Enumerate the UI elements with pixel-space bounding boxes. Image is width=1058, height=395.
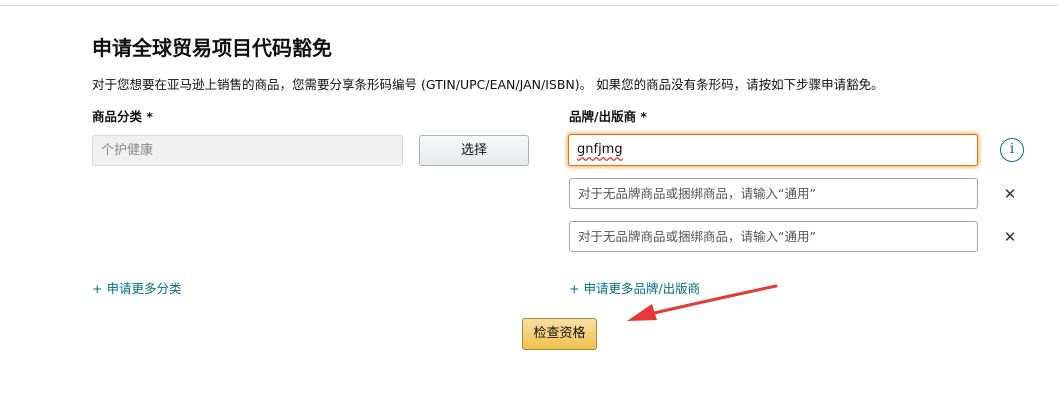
brand-input-2[interactable]: 对于无品牌商品或捆绑商品，请输入“通用” (569, 178, 978, 209)
brand-input-1[interactable]: gnfjmg (568, 134, 978, 166)
remove-brand-3-close-icon[interactable]: ✕ (1002, 229, 1018, 245)
page-title: 申请全球贸易项目代码豁免 (92, 36, 332, 60)
brand-input-1-value: gnfjmg (577, 142, 623, 157)
top-divider (0, 5, 1058, 6)
category-field[interactable]: 个护健康 (92, 135, 403, 166)
select-category-button[interactable]: 选择 (419, 135, 529, 166)
category-label: 商品分类 * (92, 109, 153, 124)
add-more-category-link[interactable]: + 申请更多分类 (92, 278, 181, 297)
info-icon[interactable]: i (1000, 138, 1024, 162)
add-more-brand-link[interactable]: + 申请更多品牌/出版商 (569, 278, 700, 297)
remove-brand-2-close-icon[interactable]: ✕ (1002, 186, 1018, 202)
brand-input-3[interactable]: 对于无品牌商品或捆绑商品，请输入“通用” (569, 221, 978, 252)
page-description: 对于您想要在亚马逊上销售的商品，您需要分享条形码编号 (GTIN/UPC/EAN… (92, 77, 884, 92)
category-placeholder: 个护健康 (101, 143, 154, 158)
brand-label: 品牌/出版商 * (569, 109, 647, 124)
brand-input-2-placeholder: 对于无品牌商品或捆绑商品，请输入“通用” (578, 186, 816, 201)
check-eligibility-button[interactable]: 检查资格 (522, 318, 597, 350)
brand-input-3-placeholder: 对于无品牌商品或捆绑商品，请输入“通用” (578, 229, 816, 244)
